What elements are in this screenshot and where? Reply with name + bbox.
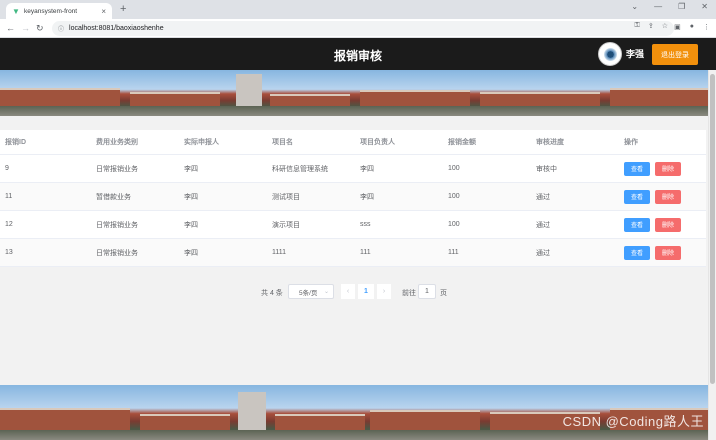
tab-title: keyansystem-front	[24, 7, 78, 15]
cell-leader: 李四	[360, 193, 374, 201]
maximize-icon[interactable]: ❐	[678, 2, 685, 11]
window-controls: ⌄ — ❐ ✕	[631, 2, 708, 11]
column-header: 项目负责人	[360, 139, 395, 146]
forward-icon[interactable]: →	[21, 22, 30, 34]
next-page-button[interactable]: ›	[377, 284, 391, 299]
delete-button[interactable]: 删除	[655, 189, 681, 204]
new-tab-button[interactable]: +	[120, 3, 126, 15]
table-row: 12 日常报销业务 李四 演示项目 sss 100 通过 查看 删除	[0, 211, 706, 239]
pagination: 共 4 条 5条/页 ⌄ ‹ 1 › 前往 1 页	[0, 284, 716, 300]
cell-status: 通过	[536, 221, 550, 229]
column-header: 项目名	[272, 139, 293, 146]
cell-project: 测试项目	[272, 193, 300, 201]
table-row: 13 日常报销业务 李四 1111 111 111 通过 查看 删除	[0, 239, 706, 267]
cell-applicant: 李四	[184, 221, 198, 229]
cell-amount: 111	[448, 249, 459, 256]
page-unit-label: 页	[440, 290, 447, 297]
address-bar[interactable]: ⓘ localhost:8081/baoxiaoshenhe ⚿ ⇪ ☆	[52, 21, 674, 36]
university-logo-icon	[603, 47, 617, 61]
campus-banner-bottom: CSDN @Coding路人王	[0, 385, 716, 440]
view-button[interactable]: 查看	[624, 189, 650, 204]
table-row: 11 暂借款业务 李四 测试项目 李四 100 通过 查看 删除	[0, 183, 706, 211]
page-size-value: 5条/页	[299, 289, 318, 297]
logout-button[interactable]: 退出登录	[652, 44, 698, 65]
cell-applicant: 李四	[184, 193, 198, 201]
cell-status: 审核中	[536, 165, 557, 173]
browser-tab[interactable]: ▼ keyansystem-front ×	[6, 3, 112, 19]
cell-project: 演示项目	[272, 221, 300, 229]
minimize-icon[interactable]: —	[654, 2, 662, 11]
column-header: 费用业务类别	[96, 139, 138, 146]
cell-id: 13	[5, 249, 13, 256]
cell-leader: sss	[360, 221, 371, 228]
browser-profile-actions: ▣ ● ⋮	[674, 23, 710, 31]
chevron-down-icon: ⌄	[323, 289, 329, 295]
browser-tabstrip: ▼ keyansystem-front × + ⌄ — ❐ ✕	[0, 0, 716, 19]
bookmark-star-icon[interactable]: ☆	[662, 22, 668, 30]
cell-category: 日常报销业务	[96, 165, 138, 173]
cell-applicant: 李四	[184, 165, 198, 173]
close-tab-icon[interactable]: ×	[101, 7, 106, 16]
expense-table: 报销ID 费用业务类别 实际申报人 项目名 项目负责人 报销金额 审核进度 操作…	[0, 130, 706, 267]
key-icon[interactable]: ⚿	[635, 22, 640, 30]
column-header: 操作	[624, 139, 638, 146]
view-button[interactable]: 查看	[624, 217, 650, 232]
scrollbar-thumb[interactable]	[710, 74, 715, 384]
page-number-button[interactable]: 1	[358, 284, 374, 299]
sidepanel-icon[interactable]: ▣	[674, 23, 681, 31]
page-size-select[interactable]: 5条/页 ⌄	[288, 284, 334, 299]
delete-button[interactable]: 删除	[655, 245, 681, 260]
back-icon[interactable]: ←	[6, 22, 15, 34]
info-icon[interactable]: ⓘ	[58, 24, 64, 33]
view-button[interactable]: 查看	[624, 245, 650, 260]
table-header-row: 报销ID 费用业务类别 实际申报人 项目名 项目负责人 报销金额 审核进度 操作	[0, 130, 706, 155]
username: 李强	[626, 49, 645, 59]
campus-banner-top	[0, 70, 716, 116]
avatar	[598, 42, 622, 66]
page-scrollbar[interactable]	[708, 70, 716, 440]
cell-category: 日常报销业务	[96, 221, 138, 229]
cell-category: 暂借款业务	[96, 193, 131, 201]
cell-id: 9	[5, 165, 9, 172]
delete-button[interactable]: 删除	[655, 217, 681, 232]
column-header: 审核进度	[536, 139, 564, 146]
cell-applicant: 李四	[184, 249, 198, 257]
omnibox-actions: ⚿ ⇪ ☆	[635, 22, 668, 30]
cell-project: 1111	[272, 249, 287, 256]
cell-status: 通过	[536, 249, 550, 257]
share-icon[interactable]: ⇪	[648, 22, 654, 30]
main-content: 报销ID 费用业务类别 实际申报人 项目名 项目负责人 报销金额 审核进度 操作…	[0, 116, 716, 385]
cell-category: 日常报销业务	[96, 249, 138, 257]
column-header: 实际申报人	[184, 139, 219, 146]
cell-amount: 100	[448, 221, 460, 228]
delete-button[interactable]: 删除	[655, 161, 681, 176]
cell-amount: 100	[448, 193, 460, 200]
view-button[interactable]: 查看	[624, 161, 650, 176]
vue-logo-icon: ▼	[12, 6, 20, 16]
prev-page-button[interactable]: ‹	[341, 284, 355, 299]
goto-label: 前往	[402, 290, 416, 297]
goto-page-input[interactable]: 1	[418, 284, 436, 299]
cell-id: 11	[5, 193, 13, 200]
browser-toolbar: ← → ↻ ⓘ localhost:8081/baoxiaoshenhe ⚿ ⇪…	[0, 19, 716, 38]
reload-icon[interactable]: ↻	[36, 22, 44, 34]
watermark: CSDN @Coding路人王	[562, 414, 704, 429]
profile-icon[interactable]: ●	[690, 23, 694, 31]
tab-search-icon[interactable]: ⌄	[631, 2, 638, 11]
cell-id: 12	[5, 221, 13, 228]
cell-project: 科研信息管理系统	[272, 165, 328, 173]
menu-icon[interactable]: ⋮	[703, 23, 710, 31]
cell-status: 通过	[536, 193, 550, 201]
cell-leader: 111	[360, 249, 371, 256]
close-window-icon[interactable]: ✕	[701, 2, 708, 11]
url-text: localhost:8081/baoxiaoshenhe	[69, 25, 164, 32]
table-row: 9 日常报销业务 李四 科研信息管理系统 李四 100 审核中 查看 删除	[0, 155, 706, 183]
column-header: 报销金额	[448, 139, 476, 146]
cell-leader: 李四	[360, 165, 374, 173]
pagination-total: 共 4 条	[261, 290, 283, 297]
column-header: 报销ID	[5, 139, 26, 146]
cell-amount: 100	[448, 165, 460, 172]
